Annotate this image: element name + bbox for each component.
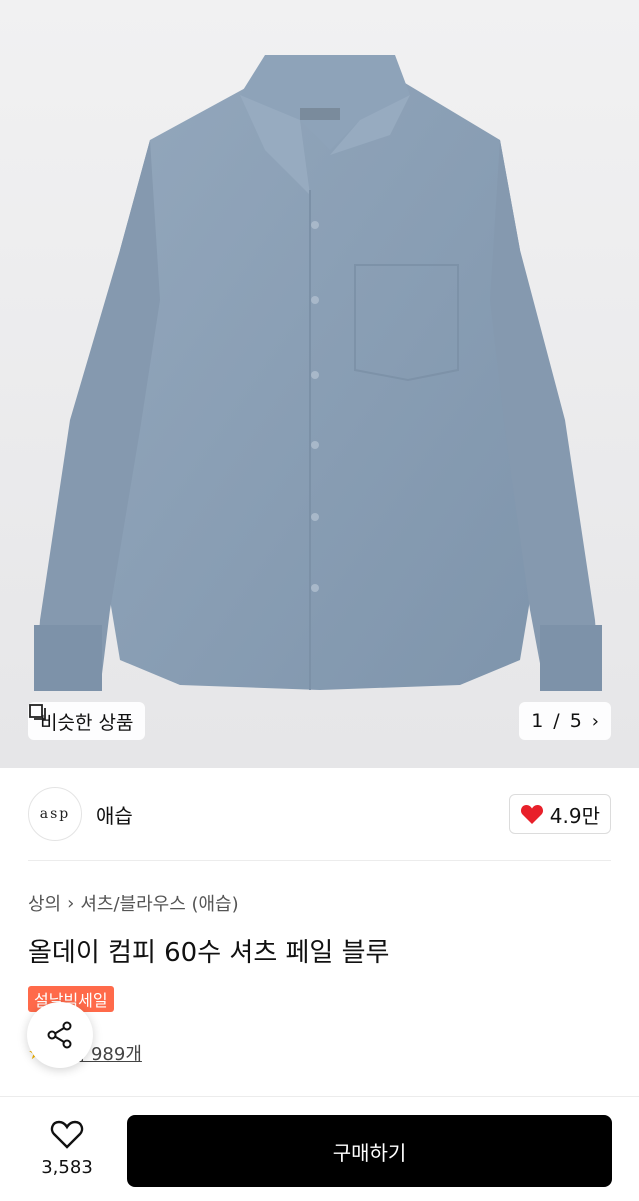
breadcrumb-item-subcategory[interactable]: 셔츠/블라우스 (애습) [80, 890, 238, 916]
heart-filled-icon [520, 805, 543, 824]
product-image [0, 0, 639, 768]
product-image-carousel[interactable]: 비슷한 상품 1 / 5 › [0, 0, 639, 768]
copy-icon [29, 704, 46, 720]
share-button[interactable] [27, 1002, 93, 1068]
pager-current: 1 [531, 710, 544, 732]
wishlist-count: 3,583 [41, 1157, 93, 1178]
divider [28, 860, 611, 861]
brand-like-button[interactable]: 4.9만 [508, 794, 611, 834]
bottom-action-bar: 3,583 구매하기 [0, 1096, 639, 1201]
brand-logo[interactable]: asp [28, 787, 82, 841]
product-title: 올데이 컴피 60수 셔츠 페일 블루 [28, 938, 390, 968]
pager-total: 5 [569, 710, 582, 732]
breadcrumb: 상의 › 셔츠/블라우스 (애습) [28, 890, 239, 916]
buy-button[interactable]: 구매하기 [127, 1115, 612, 1187]
chevron-right-icon: › [67, 892, 75, 914]
similar-products-button[interactable]: 비슷한 상품 [28, 702, 146, 740]
brand-row: asp 애습 4.9만 [28, 786, 611, 842]
brand-name[interactable]: 애습 [96, 800, 133, 829]
breadcrumb-item-category[interactable]: 상의 [28, 890, 61, 916]
similar-products-label: 비슷한 상품 [40, 711, 134, 734]
image-pager[interactable]: 1 / 5 › [519, 702, 611, 740]
wishlist-button[interactable]: 3,583 [28, 1119, 106, 1178]
pager-separator: / [553, 710, 560, 732]
heart-outline-icon [50, 1120, 84, 1149]
chevron-right-icon: › [591, 710, 599, 732]
share-icon [47, 1021, 72, 1049]
brand-like-count: 4.9만 [549, 803, 600, 828]
